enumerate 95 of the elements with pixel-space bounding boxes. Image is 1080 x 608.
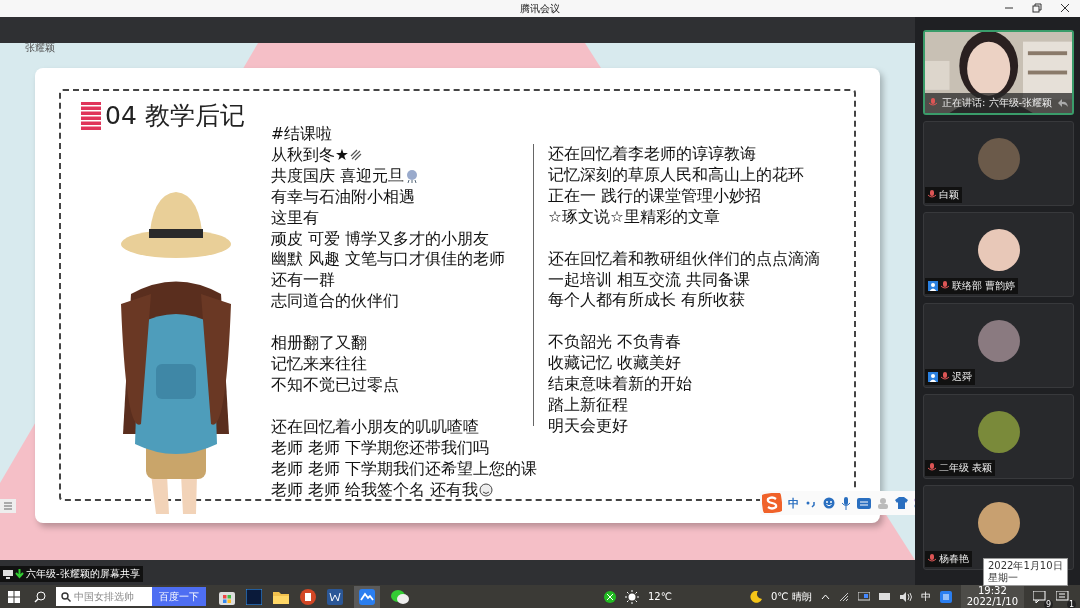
microphone-icon [941, 281, 949, 291]
microphone-icon [941, 372, 949, 382]
slide-title: 04 教学后记 [105, 100, 245, 132]
slide-text: 还在回忆着和教研组伙伴们的点点滴滴 [548, 248, 820, 270]
monitor-icon [3, 569, 13, 579]
date-text: 2022/1/10 [966, 596, 1018, 607]
participant-tile[interactable]: 迟舜 [923, 303, 1074, 388]
slide-text: 一起培训 相互交流 共同备课 [548, 269, 750, 291]
participant-name: 杨春艳 [939, 552, 969, 566]
participant-name: 白颖 [939, 188, 959, 202]
slide-text: 收藏记忆 收藏美好 [548, 353, 681, 375]
search-icon[interactable] [34, 590, 46, 603]
action-center-icon[interactable] [1056, 590, 1070, 603]
slide-text: 记忆深刻的草原人民和高山上的花环 [548, 164, 804, 186]
emoji-icon [478, 483, 493, 498]
battery-icon[interactable] [878, 593, 891, 600]
microphone-icon [928, 463, 936, 473]
microphone-icon [928, 554, 936, 564]
slide-text: 有幸与石油附小相遇 [271, 186, 415, 208]
slide-text: 老师 老师 下学期您还带我们吗 [271, 437, 489, 459]
ime-logo-icon[interactable] [762, 493, 782, 513]
clock[interactable]: 19:32 2022/1/10 [960, 585, 1024, 608]
slide-text: 还有一群 [271, 270, 335, 292]
powerpoint-icon[interactable] [300, 588, 316, 605]
slide-text: 相册翻了又翻 [271, 333, 367, 355]
slide-text: ☆琢文说☆里精彩的文章 [548, 206, 720, 228]
volume-icon[interactable] [899, 591, 912, 602]
slide-text: 不知不觉已过零点 [271, 374, 399, 396]
slide-text: 每个人都有所成长 有所收获 [548, 290, 745, 312]
temperature-text: 12℃ [647, 591, 672, 602]
notification-count: 1 [1066, 599, 1076, 608]
input-method-indicator[interactable]: 中 [920, 589, 931, 604]
firework-icon [404, 169, 419, 184]
slide-text: 老师 老师 给我签个名 还有我 [271, 479, 478, 501]
meeting-app-icon[interactable] [359, 588, 375, 605]
slide-text: 踏上新征程 [548, 395, 628, 416]
slide-text: 记忆来来往往 [271, 354, 367, 375]
keyboard-icon[interactable] [857, 497, 871, 509]
weather-text: 0℃ 晴朗 [770, 589, 812, 604]
slide-text: 还在回忆着小朋友的叽叽喳喳 [271, 416, 479, 438]
slide-text: 从秋到冬★ [271, 144, 349, 166]
windows-start-icon[interactable] [8, 590, 20, 603]
slide-text: 正在一 践行的课堂管理小妙招 [548, 185, 761, 207]
slide-text: 还在回忆着李老师的谆谆教诲 [548, 144, 756, 165]
window-title: 腾讯会议 [520, 1, 560, 16]
notification-count: 9 [1043, 599, 1053, 608]
stripes-icon [81, 101, 101, 130]
participant-tile[interactable]: 二年级 表颖 [923, 394, 1074, 479]
close-icon[interactable] [1060, 3, 1070, 13]
search-icon [61, 592, 71, 602]
moon-icon[interactable] [749, 590, 762, 603]
slide-text: 幽默 风趣 文笔与口才俱佳的老师 [271, 249, 505, 271]
share-text: 六年级-张耀颖的屏幕共享 [26, 567, 140, 581]
participant-tile[interactable]: 白颖 [923, 121, 1074, 206]
network-icon[interactable] [838, 591, 849, 602]
slide-text: #结课啦 [271, 124, 332, 145]
tooltip-date: 2022年1月10日 [988, 560, 1063, 572]
sun-icon[interactable] [624, 589, 639, 604]
participant-name: 迟舜 [952, 370, 972, 384]
slide-text: 共度国庆 喜迎元旦 [271, 165, 404, 187]
microphone-icon[interactable] [841, 496, 851, 510]
participant-tile[interactable]: 正在讲话: 六年级-张耀颖 [923, 30, 1074, 115]
restore-icon[interactable] [1032, 3, 1042, 13]
microphone-icon [929, 98, 937, 108]
microphone-icon [928, 190, 936, 200]
chat-app-icon[interactable] [391, 588, 409, 605]
reply-arrow-icon[interactable] [1058, 99, 1068, 107]
slide-text: 志同道合的伙伴们 [271, 291, 399, 313]
sparkle-icon [349, 149, 362, 162]
slide-text: 顽皮 可爱 博学又多才的小朋友 [271, 228, 489, 250]
xbox-icon[interactable] [603, 590, 616, 603]
participant-name: 联络部 曹韵婷 [952, 279, 1016, 293]
slide-text: 明天会更好 [548, 415, 628, 437]
participant-name: 二年级 表颖 [939, 461, 993, 475]
app-tray-icon[interactable] [939, 590, 952, 603]
participant-tile[interactable]: 联络部 曹韵婷 [923, 212, 1074, 297]
slide-text: 结束意味着新的开始 [548, 374, 692, 396]
ime-mode-toggle[interactable]: 中 [788, 495, 799, 511]
folder-icon[interactable] [273, 589, 289, 604]
download-icon [15, 569, 24, 579]
chevron-up-icon[interactable] [820, 593, 830, 600]
slide-text: 这里有 [271, 207, 319, 229]
smiley-icon[interactable] [823, 497, 835, 509]
search-button[interactable]: 百度一下 [152, 587, 206, 606]
time-text: 19:32 [977, 586, 1007, 597]
display-icon[interactable] [857, 591, 870, 602]
tooltip-weekday: 星期一 [988, 572, 1019, 584]
speaker-name: 正在讲话: 六年级-张耀颖 [942, 96, 1053, 110]
slide-text: 老师 老师 下学期我们还希望上您的课 [271, 458, 537, 480]
message-icon[interactable] [1033, 590, 1047, 603]
search-field[interactable]: 中国女排选帅 [56, 587, 152, 606]
shirt-icon[interactable] [895, 497, 908, 509]
presenter-label: 张耀颖 [25, 41, 55, 55]
slide-text: 不负韶光 不负青春 [548, 332, 681, 354]
word-icon[interactable] [327, 588, 343, 605]
